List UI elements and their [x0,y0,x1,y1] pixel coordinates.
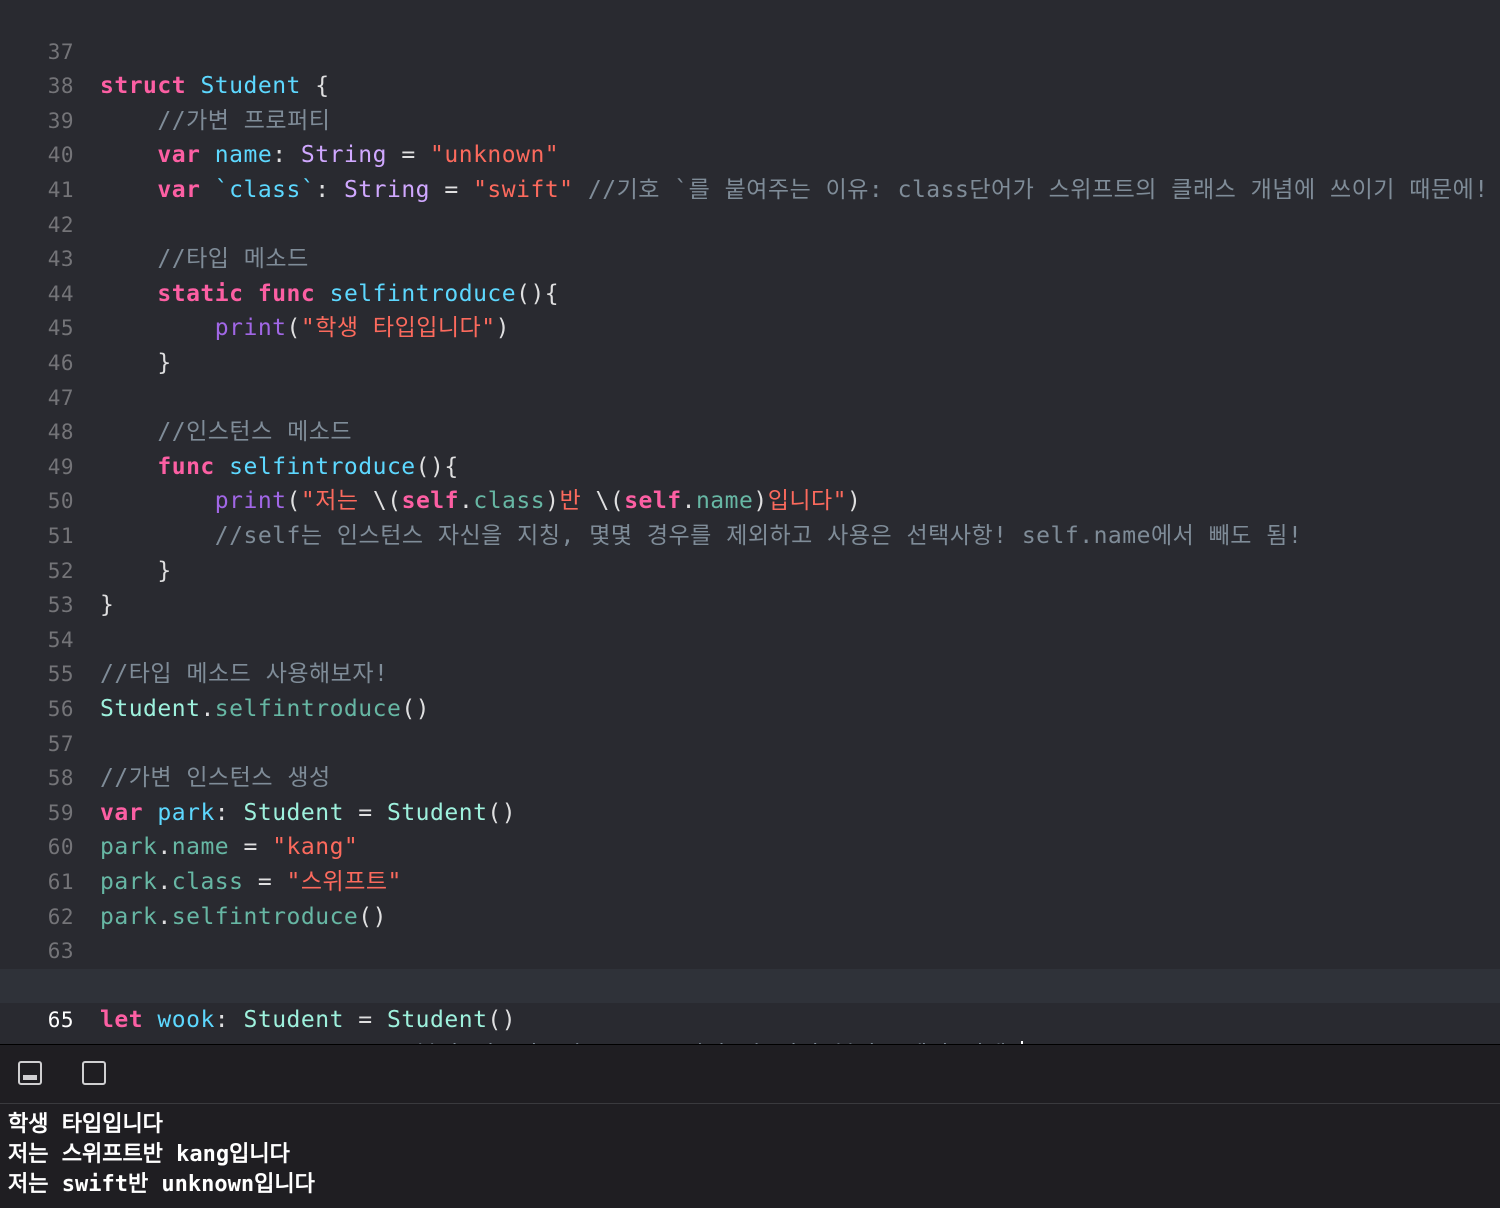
code-line[interactable]: 38 //가변 프로퍼티 [0,35,1500,134]
code-line[interactable]: 61 park.selfintroduce() [0,830,1500,930]
code-line[interactable]: 64 let wook: Student = Student() [0,934,1500,1034]
code-line-current[interactable]: 65 //wook.name = "dylan" 불변 인스턴스이므로 프로퍼티… [0,968,1500,1044]
code-line[interactable]: 46 [0,311,1500,375]
code-line[interactable]: 51 } [0,484,1500,584]
console-line: 학생 타입입니다 [8,1112,163,1137]
code-line[interactable]: 63 //불변 인스턴스 생성 [0,900,1500,999]
code-line[interactable]: 62 [0,865,1500,929]
code-editor[interactable]: 37 struct Student { 38 //가변 프로퍼티 39 var … [0,0,1500,1044]
code-line[interactable]: 43 static func selfintroduce(){ [0,208,1500,307]
code-line[interactable]: 44 print("학생 타입입니다") [0,242,1500,342]
code-line[interactable]: 55 Student.selfintroduce() [0,623,1500,722]
code-line[interactable]: 52 } [0,519,1500,619]
code-line[interactable]: 57 //가변 인스턴스 생성 [0,692,1500,792]
code-line[interactable]: 42 //타입 메소드 [0,173,1500,273]
code-line[interactable]: 54 //타입 메소드 사용해보자! [0,588,1500,688]
console-output[interactable]: 학생 타입입니다 저는 스위프트반 kang입니다 저는 swift반 unkn… [0,1104,1500,1208]
console-toggle-icon[interactable] [18,1061,42,1085]
code-line[interactable]: 48 func selfintroduce(){ [0,381,1500,480]
code-line[interactable]: 49 print("저는 \(self.class)반 \(self.name)… [0,415,1500,515]
console-line: 저는 swift반 unknown입니다 [8,1172,315,1197]
code-line[interactable]: 56 [0,657,1500,721]
debug-toolbar [0,1044,1500,1104]
code-line[interactable]: 40 var `class`: String = "swift" //기호 `를… [0,104,1500,203]
code-line[interactable]: 39 var name: String = "unknown" [0,69,1500,169]
code-line[interactable]: 60 park.class = "스위프트" [0,796,1500,895]
console-line: 저는 스위프트반 kang입니다 [8,1142,290,1167]
code-line[interactable]: 47 //인스턴스 메소드 [0,346,1500,446]
code-line[interactable]: 50 //self는 인스턴스 자신을 지칭, 몇몇 경우를 제외하고 사용은 … [0,450,1500,549]
code-line[interactable]: 45 } [0,277,1500,376]
code-line[interactable]: 59 park.name = "kang" [0,761,1500,861]
code-line[interactable]: 37 struct Student { [0,0,1500,100]
sidebar-toggle-icon[interactable] [82,1061,106,1085]
code-line[interactable]: 58 var park: Student = Student() [0,727,1500,826]
code-line[interactable]: 66 wook.selfintroduce() [0,1003,1500,1044]
code-line[interactable]: 41 [0,138,1500,202]
code-line[interactable]: 53 [0,554,1500,617]
